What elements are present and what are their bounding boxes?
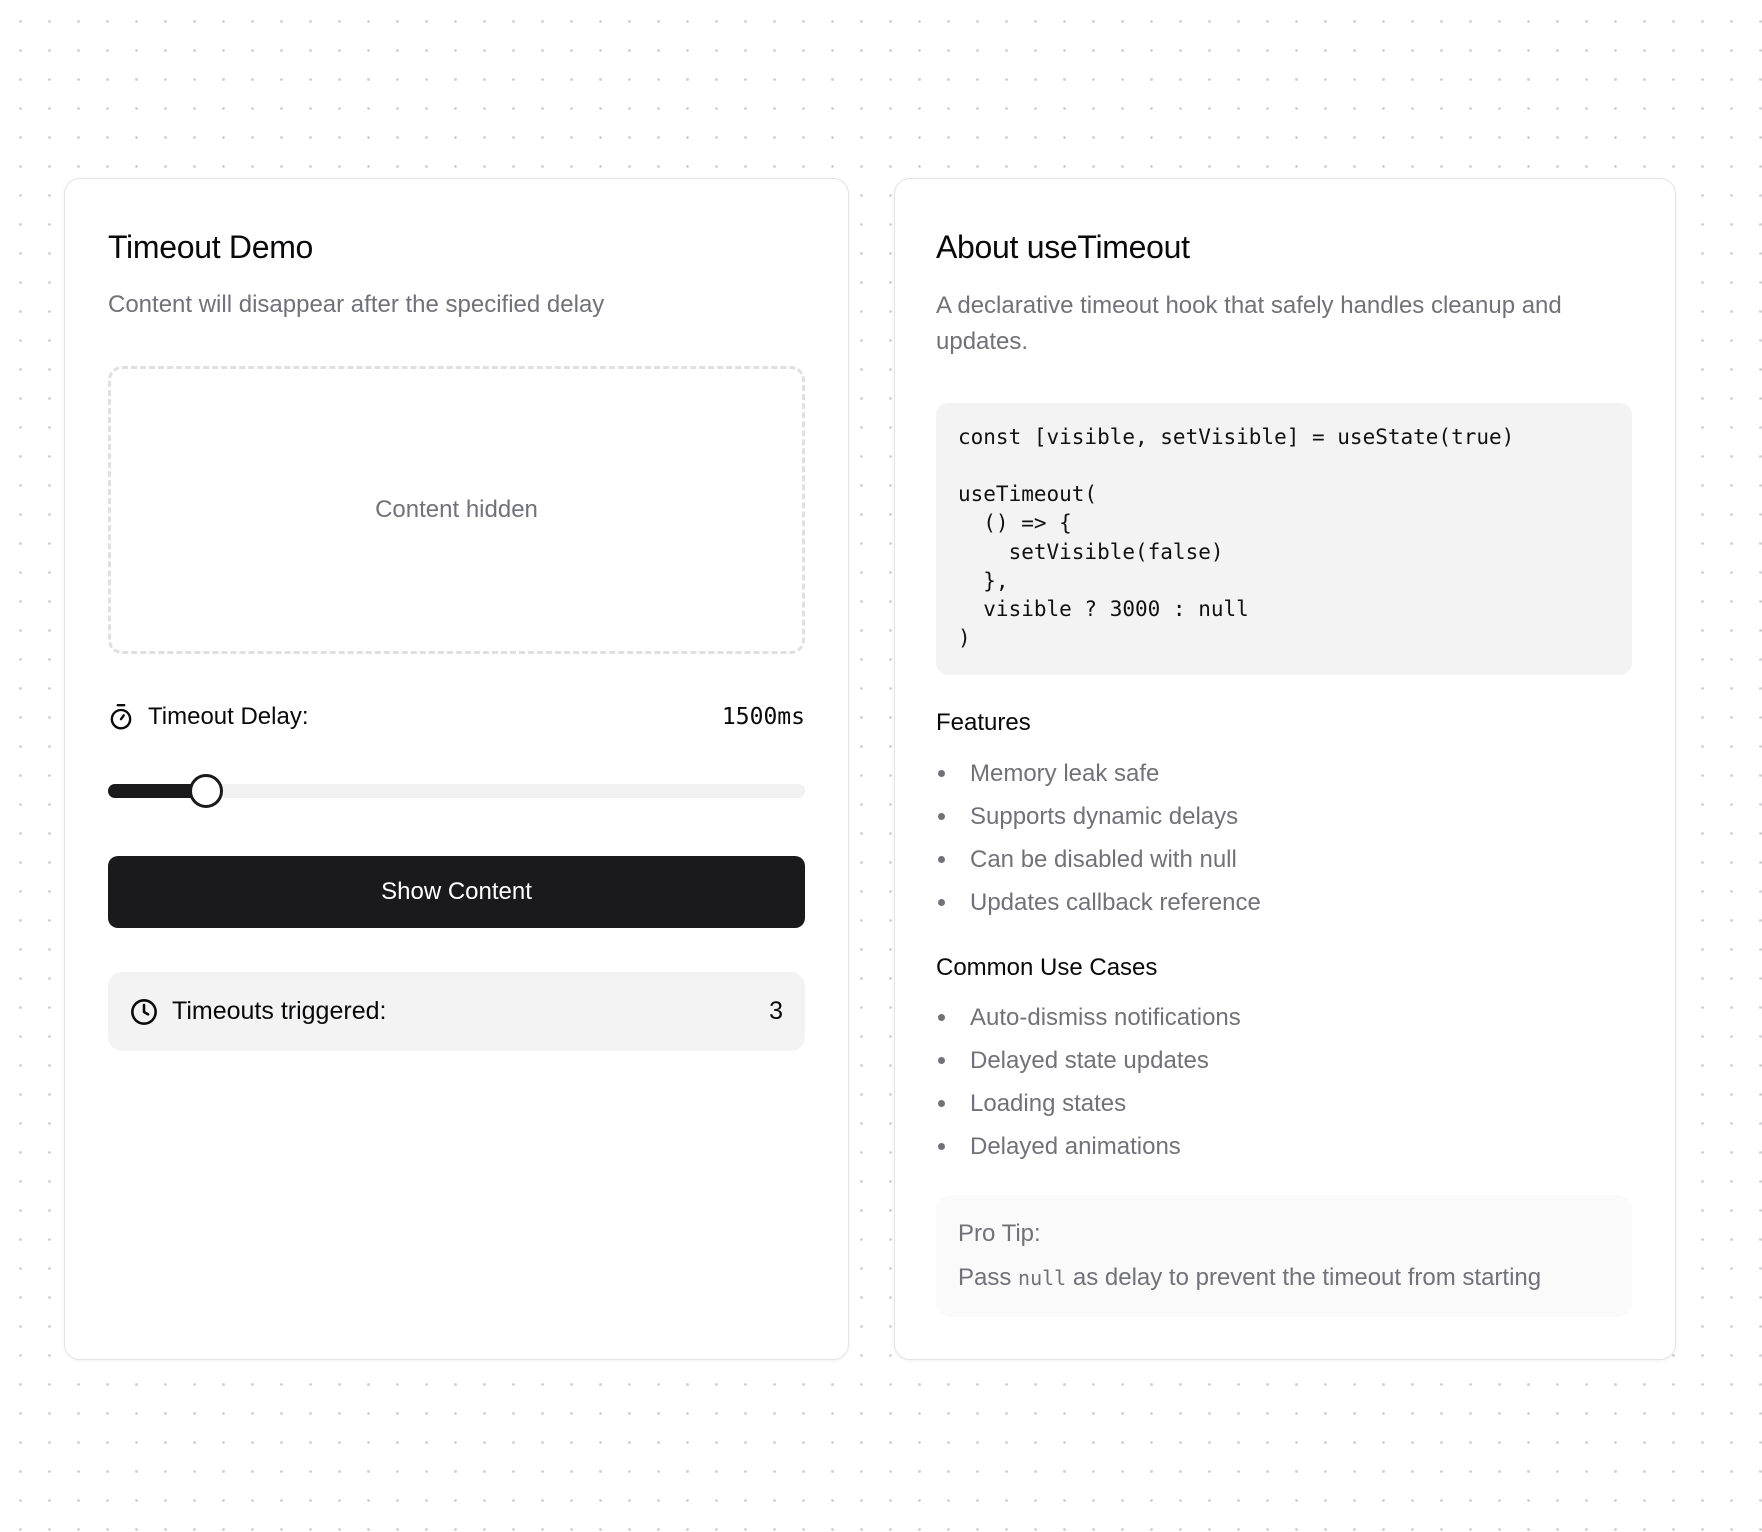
bullet-icon: [938, 1057, 945, 1064]
bullet-icon: [938, 899, 945, 906]
pro-tip-body: Pass null as delay to prevent the timeou…: [958, 1264, 1542, 1291]
content-hidden-text: Content hidden: [375, 496, 538, 523]
features-heading: Features: [936, 709, 1031, 736]
content-area: Content hidden: [108, 366, 805, 654]
bullet-icon: [938, 1100, 945, 1107]
timeouts-counter-value: 3: [769, 997, 783, 1025]
feature-item: Updates callback reference: [936, 881, 1626, 924]
null-code: null: [1018, 1266, 1067, 1290]
show-content-button[interactable]: Show Content: [108, 856, 805, 928]
use-case-item: Loading states: [936, 1082, 1626, 1125]
use-case-item: Auto-dismiss notifications: [936, 996, 1626, 1039]
use-case-item: Delayed state updates: [936, 1039, 1626, 1082]
timeout-demo-card: Timeout Demo Content will disappear afte…: [64, 178, 849, 1360]
about-title: About useTimeout: [936, 229, 1190, 265]
pro-tip: Pro Tip: Pass null as delay to prevent t…: [936, 1195, 1632, 1317]
feature-item: Supports dynamic delays: [936, 795, 1626, 838]
timeout-delay-row: Timeout Delay: 1500ms: [108, 697, 805, 737]
demo-title: Timeout Demo: [108, 229, 314, 265]
demo-subtitle: Content will disappear after the specifi…: [108, 291, 605, 318]
timer-icon: [108, 703, 134, 731]
bullet-icon: [938, 856, 945, 863]
about-card: About useTimeout A declarative timeout h…: [894, 178, 1676, 1360]
timeouts-counter: Timeouts triggered: 3: [108, 972, 805, 1051]
timeouts-counter-label: Timeouts triggered:: [172, 997, 387, 1025]
timeout-delay-slider[interactable]: [108, 774, 805, 808]
feature-item: Memory leak safe: [936, 752, 1626, 795]
code-example: const [visible, setVisible] = useState(t…: [936, 403, 1632, 675]
bullet-icon: [938, 813, 945, 820]
use-cases-heading: Common Use Cases: [936, 954, 1158, 981]
timeout-delay-label: Timeout Delay:: [148, 703, 309, 730]
pro-tip-title: Pro Tip:: [958, 1220, 1041, 1247]
bullet-icon: [938, 1143, 945, 1150]
features-list: Memory leak safe Supports dynamic delays…: [936, 752, 1626, 924]
about-description: A declarative timeout hook that safely h…: [936, 292, 1562, 355]
clock-icon: [130, 998, 158, 1026]
use-case-item: Delayed animations: [936, 1125, 1626, 1168]
bullet-icon: [938, 1014, 945, 1021]
feature-item: Can be disabled with null: [936, 838, 1626, 881]
timeout-delay-value: 1500ms: [721, 704, 805, 730]
slider-thumb[interactable]: [188, 774, 223, 808]
use-cases-list: Auto-dismiss notifications Delayed state…: [936, 996, 1626, 1168]
bullet-icon: [938, 770, 945, 777]
